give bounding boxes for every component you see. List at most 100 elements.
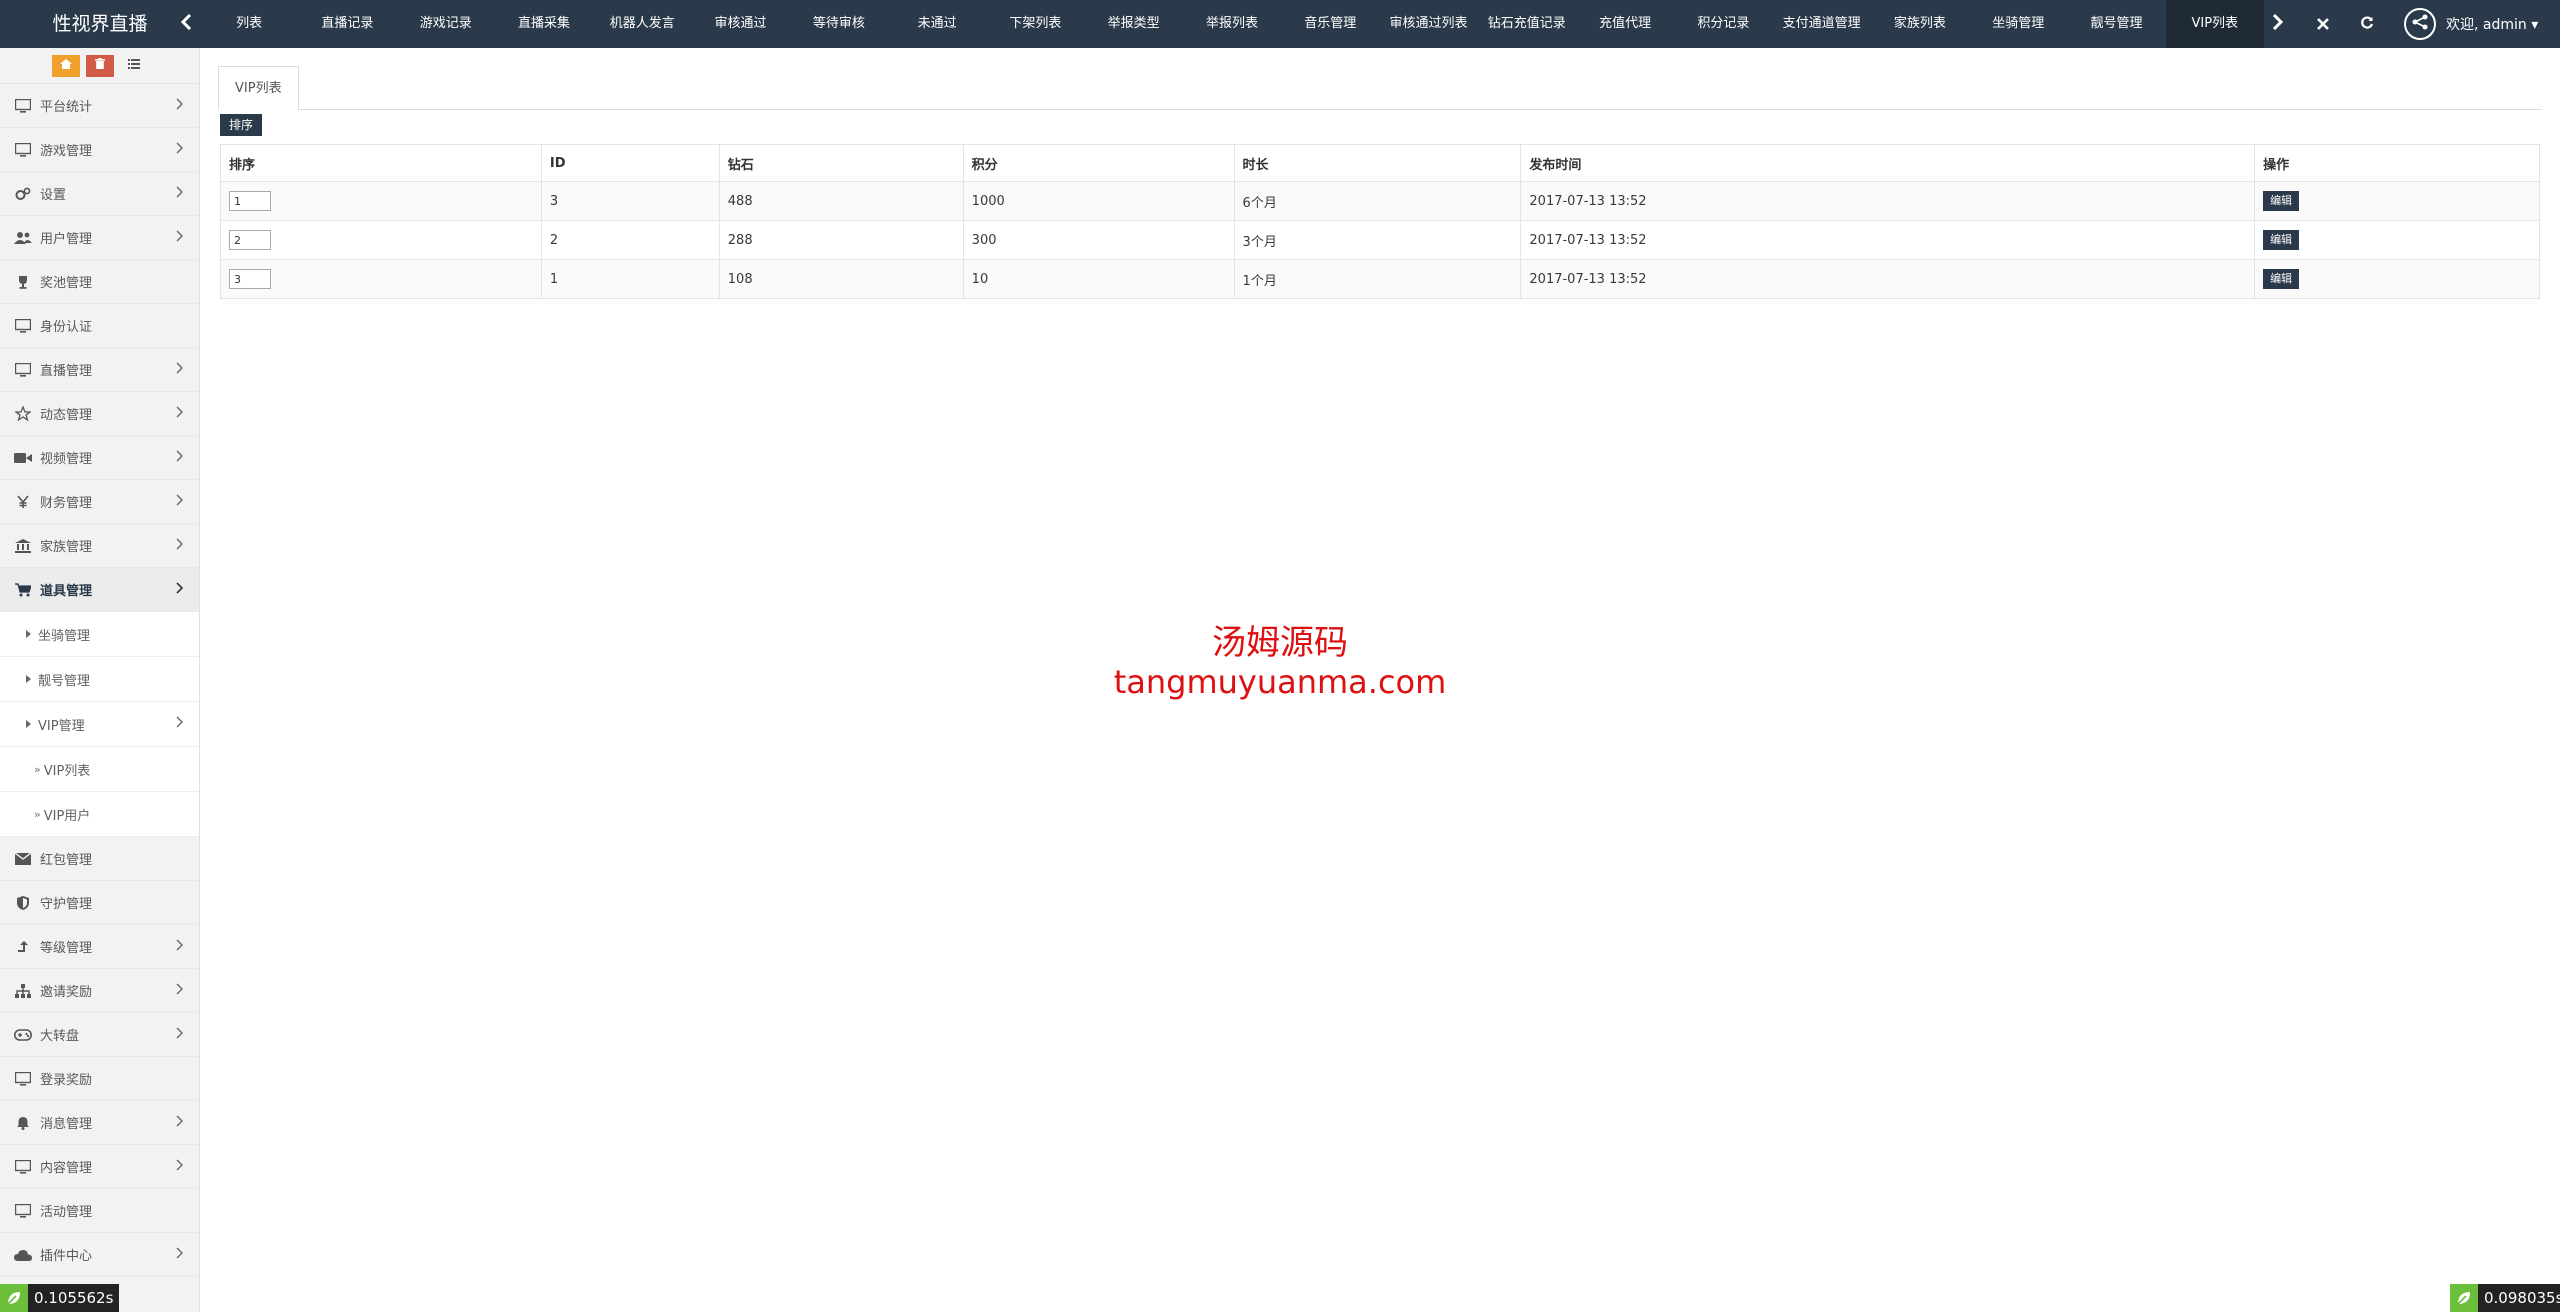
sidebar-subsubitem-vip-list[interactable]: » VIP列表 — [0, 747, 199, 792]
sort-button[interactable]: 排序 — [220, 114, 262, 136]
sort-order-input[interactable] — [229, 191, 271, 211]
refresh-button[interactable] — [2352, 0, 2382, 48]
sidebar-item-invite[interactable]: 邀请奖励 — [0, 969, 199, 1013]
sidebar-subitem-vip[interactable]: VIP管理 — [0, 702, 199, 747]
tab-item[interactable]: 等待审核 — [790, 0, 888, 48]
monitor-icon — [12, 142, 34, 158]
action-cell: 编辑 — [2254, 259, 2540, 299]
video-icon — [12, 450, 34, 466]
sidebar-subsubitem-vip-users[interactable]: » VIP用户 — [0, 792, 199, 837]
content-tab-vip-list[interactable]: VIP列表 — [218, 66, 299, 111]
publish-time-cell: 2017-07-13 13:52 — [1520, 220, 2256, 260]
tab-item[interactable]: 未通过 — [888, 0, 986, 48]
tab-item[interactable]: 坐骑管理 — [1969, 0, 2067, 48]
sidebar: 平台统计 游戏管理 设置 用户管理 奖池管理 身份认证 直播管理 动态管理 视频… — [0, 48, 200, 1312]
tab-item[interactable]: 直播记录 — [298, 0, 396, 48]
caret-right-icon — [26, 675, 34, 683]
tab-item[interactable]: 靓号管理 — [2067, 0, 2165, 48]
sort-cell — [220, 220, 542, 260]
tab-item[interactable]: 钻石充值记录 — [1478, 0, 1576, 48]
tab-item[interactable]: 充值代理 — [1576, 0, 1674, 48]
monitor-icon — [12, 362, 34, 378]
sidebar-item-game[interactable]: 游戏管理 — [0, 128, 199, 172]
sidebar-item-family[interactable]: 家族管理 — [0, 524, 199, 568]
list-icon — [127, 58, 140, 73]
user-menu[interactable]: 欢迎, admin ▾ — [2398, 0, 2560, 48]
chevron-right-icon — [175, 406, 183, 422]
sort-order-input[interactable] — [229, 269, 271, 289]
points-cell: 300 — [962, 220, 1235, 260]
sidebar-item-level[interactable]: 等级管理 — [0, 925, 199, 969]
close-tabs-button[interactable] — [2308, 0, 2338, 48]
sidebar-subitem-pretty-numbers[interactable]: 靓号管理 — [0, 657, 199, 702]
chevron-right-icon — [175, 186, 183, 202]
sort-order-input[interactable] — [229, 230, 271, 250]
sidebar-item-dynamic[interactable]: 动态管理 — [0, 392, 199, 436]
tab-item[interactable]: 列表 — [200, 0, 298, 48]
sidebar-item-identity[interactable]: 身份认证 — [0, 304, 199, 348]
chevron-right-icon — [175, 1247, 183, 1263]
tab-item[interactable]: 下架列表 — [986, 0, 1084, 48]
edit-button[interactable]: 编辑 — [2263, 230, 2300, 250]
list-shortcut-button[interactable] — [120, 55, 148, 77]
action-cell: 编辑 — [2254, 181, 2540, 221]
tab-item[interactable]: 直播采集 — [495, 0, 593, 48]
diamonds-cell: 288 — [718, 220, 964, 260]
tab-item[interactable]: 音乐管理 — [1281, 0, 1379, 48]
tab-item[interactable]: 游戏记录 — [397, 0, 495, 48]
tab-item[interactable]: 支付通道管理 — [1773, 0, 1871, 48]
tab-item[interactable]: 积分记录 — [1674, 0, 1772, 48]
sidebar-subitem-mounts[interactable]: 坐骑管理 — [0, 612, 199, 657]
refresh-icon — [2360, 15, 2374, 34]
sidebar-item-red-envelope[interactable]: 红包管理 — [0, 837, 199, 881]
page-tabs: 列表 直播记录 游戏记录 直播采集 机器人发言 审核通过 等待审核 未通过 下架… — [200, 0, 2264, 48]
sidebar-item-activities[interactable]: 活动管理 — [0, 1189, 199, 1233]
sidebar-item-settings[interactable]: 设置 — [0, 172, 199, 216]
tab-item[interactable]: 机器人发言 — [593, 0, 691, 48]
home-shortcut-button[interactable] — [51, 54, 80, 77]
monitor-icon — [12, 1071, 34, 1087]
tab-scroll-right-button[interactable] — [2264, 0, 2290, 48]
publish-time-cell: 2017-07-13 13:52 — [1520, 181, 2256, 221]
tab-item[interactable]: 举报列表 — [1183, 0, 1281, 48]
tab-scroll-left-button[interactable] — [174, 0, 200, 48]
sidebar-item-content[interactable]: 内容管理 — [0, 1145, 199, 1189]
sidebar-item-guard[interactable]: 守护管理 — [0, 881, 199, 925]
sidebar-item-messages[interactable]: 消息管理 — [0, 1101, 199, 1145]
sidebar-item-finance[interactable]: 财务管理 — [0, 480, 199, 524]
sidebar-item-live[interactable]: 直播管理 — [0, 348, 199, 392]
edit-button[interactable]: 编辑 — [2263, 269, 2300, 289]
chevron-right-icon — [175, 1027, 183, 1043]
sidebar-item-video[interactable]: 视频管理 — [0, 436, 199, 480]
sidebar-item-props[interactable]: 道具管理 — [0, 568, 199, 612]
watermark: 汤姆源码 tangmuyuanma.com — [1080, 622, 1480, 700]
level-up-icon — [12, 939, 34, 955]
yen-icon — [12, 494, 34, 510]
monitor-icon — [12, 318, 34, 334]
diamonds-cell: 108 — [718, 259, 964, 299]
delete-shortcut-button[interactable] — [85, 54, 114, 77]
chevron-right-icon — [175, 494, 183, 510]
sidebar-item-wheel[interactable]: 大转盘 — [0, 1013, 199, 1057]
home-icon — [59, 58, 72, 73]
sidebar-item-platform-stats[interactable]: 平台统计 — [0, 84, 199, 128]
edit-button[interactable]: 编辑 — [2263, 191, 2300, 211]
double-angle-right-icon: » — [34, 807, 41, 821]
debug-timer-left[interactable]: 0.105562s — [0, 1284, 120, 1312]
sidebar-item-plugins[interactable]: 插件中心 — [0, 1233, 199, 1277]
sidebar-item-login-reward[interactable]: 登录奖励 — [0, 1057, 199, 1101]
tab-item[interactable]: 审核通过 — [691, 0, 789, 48]
tab-item[interactable]: 家族列表 — [1871, 0, 1969, 48]
debug-timer-right[interactable]: 0.098035s — [2450, 1284, 2560, 1312]
debug-timer-value: 0.098035s — [2484, 1289, 2560, 1307]
tab-item[interactable]: 审核通过列表 — [1379, 0, 1477, 48]
brand-title[interactable]: 性视界直播 — [0, 0, 200, 48]
chevron-right-icon — [175, 230, 183, 246]
sidebar-item-prize-pool[interactable]: 奖池管理 — [0, 260, 199, 304]
trophy-icon — [12, 274, 34, 290]
tab-item[interactable]: 举报类型 — [1085, 0, 1183, 48]
column-header: 钻石 — [718, 144, 964, 182]
tab-vip-list[interactable]: VIP列表 — [2165, 0, 2264, 48]
chevron-right-icon — [175, 142, 183, 158]
sidebar-item-users[interactable]: 用户管理 — [0, 216, 199, 260]
